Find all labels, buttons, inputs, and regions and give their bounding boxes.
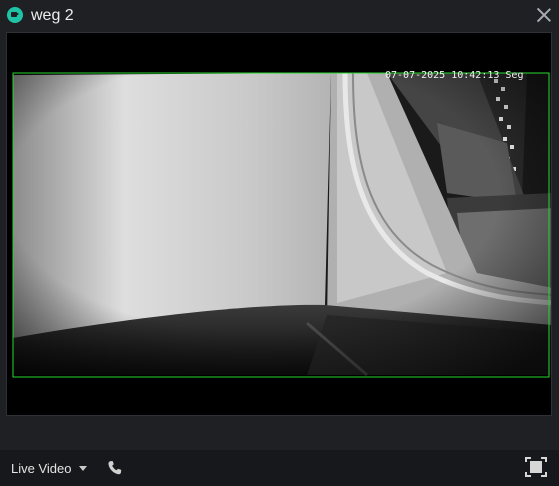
scene-image: [7, 72, 551, 377]
osd-timestamp: 07-07-2025 10:42:13 Seg: [385, 70, 524, 81]
control-bar: Live Video: [0, 450, 559, 486]
phone-icon[interactable]: [106, 459, 124, 477]
camera-feed: [7, 33, 551, 415]
title-bar: weg 2: [0, 0, 559, 32]
live-video-dropdown[interactable]: Live Video: [11, 459, 88, 477]
window-title: weg 2: [31, 7, 74, 24]
caret-down-icon: [79, 465, 88, 471]
mode-label: Live Video: [11, 460, 72, 476]
live-video-view[interactable]: 07-07-2025 10:42:13 Seg: [6, 32, 552, 416]
fullscreen-icon[interactable]: [524, 456, 548, 478]
camera-icon: [7, 7, 23, 23]
close-icon[interactable]: [535, 6, 553, 24]
